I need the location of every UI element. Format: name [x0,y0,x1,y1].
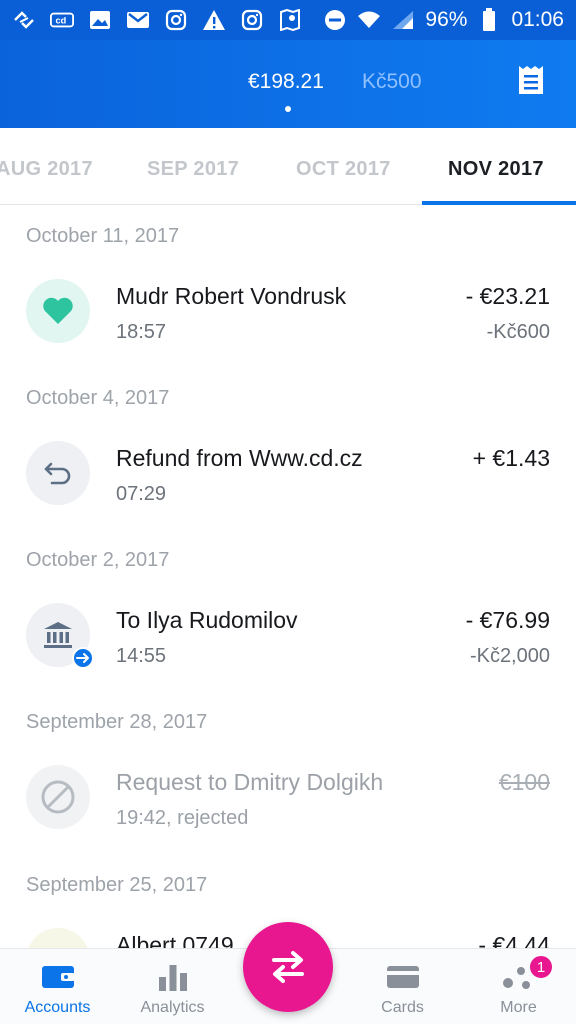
transaction-amount: + €1.43 [472,445,550,471]
transaction-time: 18:57 [116,321,167,343]
maps-icon [278,9,302,31]
transfer-button[interactable] [243,922,333,1012]
transaction-time: 19:42, rejected [116,807,249,829]
date-header: September 25, 2017 [26,874,208,896]
transaction-title: To Ilya Rudomilov [116,607,298,633]
statement-icon[interactable] [516,64,546,96]
instagram-icon [164,9,188,31]
refund-icon [26,441,90,505]
tab-aug-2017[interactable]: AUG 2017 [0,158,93,181]
transaction-amount: - €4.44 [478,932,550,948]
transaction-amount: - €76.99 [465,607,550,633]
page-indicator-dot [285,106,291,112]
card-icon [385,963,421,991]
nav-accounts-label: Accounts [24,999,91,1016]
tab-nov-2017[interactable]: NOV 2017 [448,158,544,181]
gmail-icon [126,9,150,31]
transaction-title: Albert 0749 [116,932,234,948]
battery-icon [477,8,501,31]
nav-analytics[interactable]: Analytics [115,949,230,1024]
nav-analytics-label: Analytics [140,999,205,1016]
heart-icon [26,279,90,343]
link-icon [12,9,36,31]
notification-badge: 1 [528,954,554,980]
grocery-icon [26,928,90,948]
transaction-amount-alt: -Kč2,000 [469,645,550,667]
status-bar: cd 96% 01:06 [0,0,576,40]
warning-icon [202,9,226,31]
battery-percent: 96% [425,8,468,31]
tab-sep-2017[interactable]: SEP 2017 [147,158,239,181]
transaction-list[interactable]: October 11, 2017 Mudr Robert Vondrusk 18… [0,205,576,948]
transaction-amount: - €23.21 [465,283,550,309]
wifi-icon [357,9,381,31]
transaction-row[interactable]: Mudr Robert Vondrusk 18:57 - €23.21 -Kč6… [0,279,576,359]
transaction-title: Mudr Robert Vondrusk [116,283,347,309]
do-not-disturb-icon [323,9,347,31]
transaction-time: 07:29 [116,483,167,505]
bank-icon [26,603,94,669]
transaction-title: Request to Dmitry Dolgikh [116,769,384,795]
transaction-row[interactable]: Refund from Www.cd.cz 07:29 + €1.43 [0,441,576,521]
balance-eur[interactable]: €198.21 [248,70,324,94]
app-header: €198.21 Kč500 [0,40,576,128]
image-icon [88,9,112,31]
nav-cards[interactable]: Cards [345,949,460,1024]
balance-czk[interactable]: Kč500 [362,70,422,94]
date-header: September 28, 2017 [26,711,208,733]
nav-cards-label: Cards [381,999,424,1016]
signal-icon [391,9,415,31]
transaction-amount: €100 [498,769,550,795]
arrow-right-icon [72,647,94,669]
transaction-row[interactable]: Request to Dmitry Dolgikh 19:42, rejecte… [0,765,576,845]
nav-accounts[interactable]: Accounts [0,949,115,1024]
clock: 01:06 [511,8,564,31]
transaction-time: 14:55 [116,645,167,667]
transaction-row[interactable]: To Ilya Rudomilov 14:55 - €76.99 -Kč2,00… [0,603,576,683]
date-header: October 4, 2017 [26,387,170,409]
bar-chart-icon [155,963,191,991]
nav-more[interactable]: More [461,949,576,1024]
date-header: October 11, 2017 [26,225,180,247]
tab-oct-2017[interactable]: OCT 2017 [296,158,391,181]
wallet-icon [40,963,76,991]
date-header: October 2, 2017 [26,549,170,571]
cd-icon: cd [50,9,74,31]
month-tabs: AUG 2017 SEP 2017 OCT 2017 NOV 2017 [0,128,576,205]
transfer-icon [272,951,304,983]
rejected-icon [26,765,90,829]
nav-more-label: More [500,999,537,1016]
instagram-icon [240,9,264,31]
transaction-amount-alt: -Kč600 [486,321,550,343]
svg-text:cd: cd [56,16,67,26]
transaction-title: Refund from Www.cd.cz [116,445,363,471]
